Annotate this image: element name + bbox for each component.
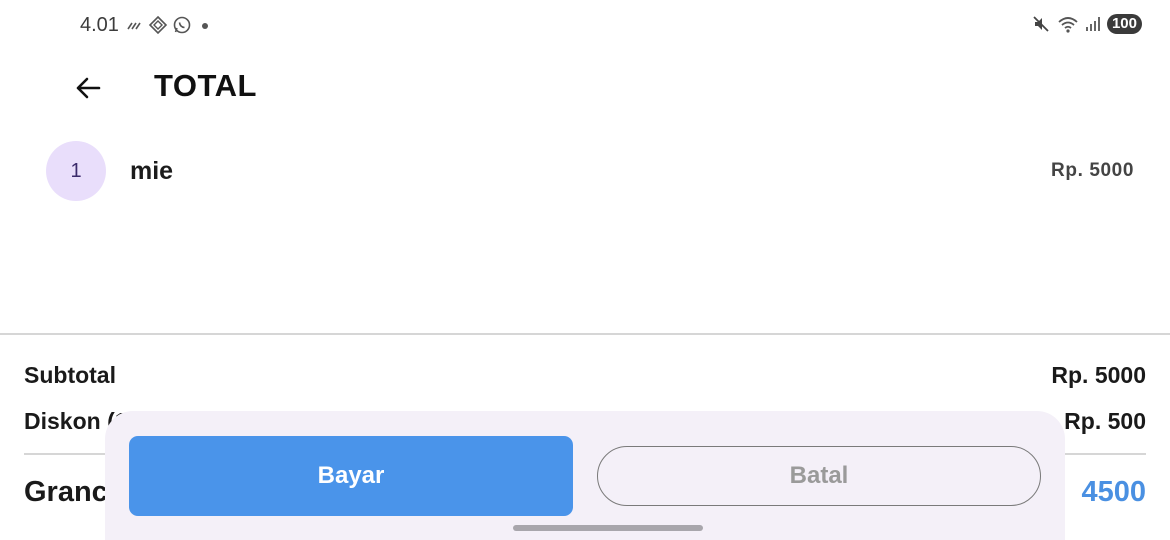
discount-value: Rp. 500 xyxy=(1064,408,1146,434)
subtotal-row: Subtotal Rp. 5000 xyxy=(24,362,1146,394)
status-icons-left xyxy=(126,15,210,35)
dot-icon xyxy=(202,23,208,29)
page-title: TOTAL xyxy=(154,68,257,103)
screen: 4.01 100 TOTAL 1 mie Rp. 5000 Subtotal R… xyxy=(0,0,1170,540)
divider xyxy=(0,333,1170,335)
grand-total-value: 4500 xyxy=(1081,476,1146,508)
whatsapp-icon xyxy=(173,16,191,34)
subtotal-label: Subtotal xyxy=(24,362,116,388)
back-button[interactable] xyxy=(68,68,108,108)
arrow-left-icon xyxy=(76,77,101,99)
grand-total-label: Granc xyxy=(24,476,108,508)
item-name: mie xyxy=(130,157,174,185)
signal-lines-icon xyxy=(127,22,141,30)
cancel-button[interactable]: Batal xyxy=(597,446,1041,506)
battery-icon: 100 xyxy=(1106,14,1142,34)
gesture-handle[interactable] xyxy=(513,525,703,531)
status-time: 4.01 xyxy=(80,14,119,36)
wifi-icon xyxy=(1058,17,1078,33)
subtotal-value: Rp. 5000 xyxy=(1051,362,1146,388)
diamond-icon xyxy=(148,15,168,35)
pay-button[interactable]: Bayar xyxy=(129,436,573,516)
item-price: Rp. 5000 xyxy=(1051,160,1134,181)
mute-icon xyxy=(1033,16,1049,32)
bottom-sheet: Bayar Batal xyxy=(105,411,1065,540)
list-item[interactable]: 1 mie Rp. 5000 xyxy=(0,140,1170,202)
cell-signal-icon xyxy=(1085,17,1100,31)
app-bar: TOTAL xyxy=(0,58,1170,118)
quantity-avatar: 1 xyxy=(46,141,106,201)
status-icons-right: 100 xyxy=(1031,14,1142,34)
status-bar: 4.01 100 xyxy=(0,0,1170,54)
